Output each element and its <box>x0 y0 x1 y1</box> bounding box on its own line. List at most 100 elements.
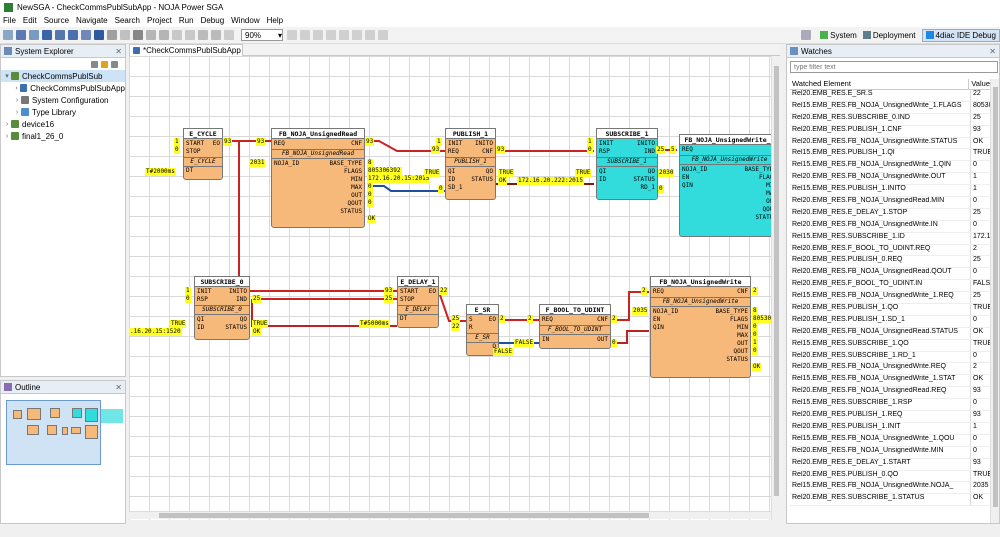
port-qo[interactable]: QO <box>240 316 247 324</box>
port-qin[interactable]: QIN <box>682 182 693 190</box>
port-status[interactable]: STATUS <box>340 208 362 216</box>
collapse-all-icon[interactable] <box>91 60 98 68</box>
port-ind[interactable]: IND <box>644 148 655 156</box>
device-icon[interactable] <box>81 30 91 40</box>
align-middle-icon[interactable] <box>339 30 349 40</box>
watch-row[interactable]: Rel20.EMB_RES.FB_NOJA_UnsignedWrite.STAT… <box>790 137 990 150</box>
port-s[interactable]: S <box>469 316 473 324</box>
port-dt[interactable]: DT <box>186 167 193 175</box>
chevron-right-icon[interactable]: › <box>3 121 11 128</box>
scrollbar-thumb[interactable] <box>993 87 998 507</box>
open-perspective-icon[interactable] <box>801 30 812 40</box>
port-req[interactable]: REQ <box>274 140 285 148</box>
port-r[interactable]: R <box>469 324 473 332</box>
port-min[interactable]: MIN <box>737 324 748 332</box>
outline-viewport[interactable] <box>6 400 101 465</box>
port-init[interactable]: INIT <box>197 288 211 296</box>
port-req[interactable]: REQ <box>653 288 664 296</box>
port-rsp[interactable]: RSP <box>599 148 610 156</box>
port-cnf[interactable]: CNF <box>597 316 608 324</box>
port-status[interactable]: STATUS <box>633 176 655 184</box>
port-qout[interactable]: QOUT <box>734 348 748 356</box>
watch-row[interactable]: Rel20.EMB_RES.FB_NOJA_UnsignedWrite.IN 0 <box>790 220 990 233</box>
menu-edit[interactable]: Edit <box>23 16 37 25</box>
watch-row[interactable]: Rel20.EMB_RES.PUBLISH_1.QO TRUE <box>790 304 990 316</box>
menu-project[interactable]: Project <box>147 16 172 25</box>
perspective-debug[interactable]: 4diac IDE Debug <box>921 28 1000 42</box>
watches-vertical-scrollbar[interactable] <box>990 79 999 523</box>
new-icon[interactable] <box>3 30 13 40</box>
watch-row[interactable]: Rel15.EMB_RES.FB_NOJA_UnsignedWrite_1.QO… <box>790 434 990 447</box>
fb-noja-unsigned-read[interactable]: FB_NOJA_UnsignedRead REQ CNF FB_NOJA_Uns… <box>271 128 365 228</box>
menu-debug[interactable]: Debug <box>201 16 225 25</box>
port-req[interactable]: REQ <box>542 316 553 324</box>
tree-item-checkcommspublsub[interactable]: ▾ CheckCommsPublSub <box>1 70 125 82</box>
port-out[interactable]: OUT <box>351 192 362 200</box>
port-flags[interactable]: FLAGS <box>344 168 362 176</box>
scrollbar-thumb[interactable] <box>774 66 779 496</box>
chevron-right-icon[interactable]: › <box>13 97 21 104</box>
watch-row[interactable]: Rel20.EMB_RES.F_BOOL_TO_UDINT.REQ 2 <box>790 244 990 257</box>
pointer-icon[interactable] <box>133 30 143 40</box>
deploy-icon[interactable] <box>42 30 52 40</box>
view-menu-icon[interactable] <box>111 60 118 68</box>
port-min[interactable]: MIN <box>351 176 362 184</box>
connection-fbool-out[interactable] <box>611 330 649 344</box>
watch-row[interactable]: Rel20.EMB_RES.E_DELAY_1.STOP 25 <box>790 208 990 221</box>
port-req[interactable]: REQ <box>448 148 459 156</box>
menu-help[interactable]: Help <box>267 16 283 25</box>
port-status[interactable]: STATUS <box>225 324 247 332</box>
watch-row[interactable]: Rel20.EMB_RES.SUBSCRIBE_1.STATUS OK <box>790 494 990 507</box>
watch-row[interactable]: Rel15.EMB_RES.SUBSCRIBE_1.RSP 0 <box>790 399 990 412</box>
port-init[interactable]: INIT <box>448 140 462 148</box>
undo-icon[interactable] <box>146 30 156 40</box>
fb-subscribe-0[interactable]: SUBSCRIBE_0 INIT RSP INITO IND SUBSCRIBE… <box>194 276 250 340</box>
tree-item-final1-26-0[interactable]: › final1_26_0 <box>1 130 125 142</box>
watch-row[interactable]: Rel15.EMB_RES.PUBLISH_1.INITO 1 <box>790 185 990 198</box>
watch-row[interactable]: Rel20.EMB_RES.FB_NOJA_UnsignedWrite.OUT 1 <box>790 173 990 186</box>
port-flags[interactable]: FLAGS <box>730 316 748 324</box>
port-qo[interactable]: QO <box>486 168 493 176</box>
port-cnf[interactable]: CNF <box>482 148 493 156</box>
port-in[interactable]: IN <box>542 336 549 344</box>
align-top-icon[interactable] <box>326 30 336 40</box>
watch-row[interactable]: Rel20.EMB_RES.PUBLISH_0.REQ 25 <box>790 256 990 269</box>
close-icon[interactable]: ✕ <box>115 383 122 392</box>
link-editor-icon[interactable] <box>101 60 108 68</box>
port-noja-id[interactable]: NOJA_ID <box>274 160 299 168</box>
port-base-type[interactable]: BASE_TYPE <box>329 160 362 168</box>
perspective-system[interactable]: System <box>820 31 857 40</box>
chevron-right-icon[interactable]: › <box>13 109 21 116</box>
monitor-icon[interactable] <box>68 30 78 40</box>
port-inito[interactable]: INITO <box>637 140 655 148</box>
menu-run[interactable]: Run <box>179 16 194 25</box>
back-icon[interactable] <box>172 30 182 40</box>
watch-row[interactable]: Rel20.EMB_RES.FB_NOJA_UnsignedRead.STATU… <box>790 327 990 340</box>
port-stop[interactable]: STOP <box>186 148 200 156</box>
watch-row[interactable]: Rel20.EMB_RES.SUBSCRIBE_1.RD_1 0 <box>790 351 990 364</box>
watch-row[interactable]: Rel20.EMB_RES.PUBLISH_1.CNF 93 <box>790 125 990 138</box>
port-out[interactable]: OUT <box>737 340 748 348</box>
fb-publish-1[interactable]: PUBLISH_1 INIT REQ INITO CNF PUBLISH_1 Q… <box>445 128 496 200</box>
fb-e-cycle[interactable]: E_CYCLE START STOP EO E_CYCLE DT <box>183 128 223 180</box>
port-base-type[interactable]: BASE_TYPE <box>715 308 748 316</box>
port-sd-1[interactable]: SD_1 <box>448 184 462 192</box>
watch-row[interactable]: Rel20.EMB_RES.FB_NOJA_UnsignedWrite.REQ 2 <box>790 363 990 376</box>
align-right-icon[interactable] <box>313 30 323 40</box>
port-status[interactable]: STATUS <box>726 356 748 364</box>
port-max[interactable]: MAX <box>737 332 748 340</box>
fb-noja-unsigned-write-1[interactable]: FB_NOJA_UnsignedWrite_1 REQ FB_NOJA_Unsi… <box>679 134 780 237</box>
save-icon[interactable] <box>16 30 26 40</box>
port-id[interactable]: ID <box>599 176 606 184</box>
cut-icon[interactable] <box>120 30 130 40</box>
port-inito[interactable]: INITO <box>229 288 247 296</box>
close-icon[interactable]: ✕ <box>115 47 122 56</box>
chevron-down-icon[interactable]: ▾ <box>3 72 11 80</box>
fb-e-delay-1[interactable]: E_DELAY_1 START STOP EO E_DELAY DT <box>397 276 439 328</box>
port-qi[interactable]: QI <box>448 168 455 176</box>
watch-row[interactable]: Rel15.EMB_RES.SUBSCRIBE_1.ID 172.1 <box>790 232 990 245</box>
port-id[interactable]: ID <box>448 176 455 184</box>
chevron-right-icon[interactable]: › <box>13 85 20 92</box>
port-qout[interactable]: QOUT <box>348 200 362 208</box>
watches-tab[interactable]: Watches ✕ <box>787 45 999 58</box>
